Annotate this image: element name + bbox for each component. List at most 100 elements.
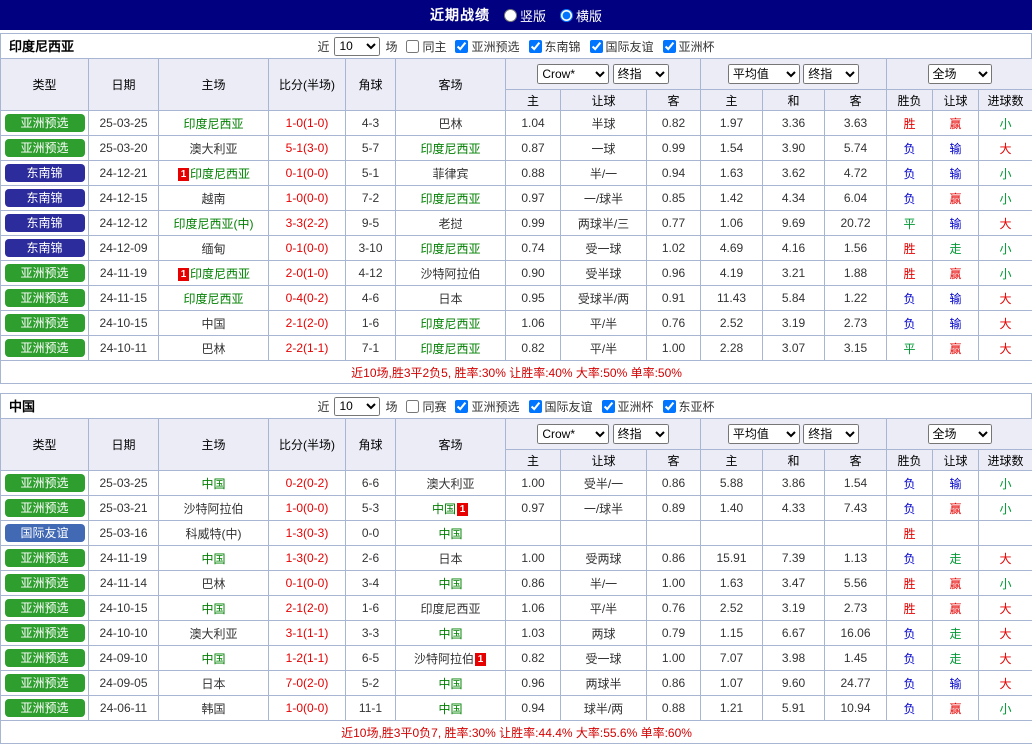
same-competition-checkbox[interactable]: [406, 400, 419, 413]
odds-cell: 5.84: [763, 286, 825, 311]
type-cell: 东南锦: [1, 161, 89, 186]
competition-checkbox[interactable]: [455, 400, 468, 413]
away-team-name[interactable]: 印度尼西亚: [420, 142, 480, 156]
away-team-name[interactable]: 印度尼西亚: [420, 192, 480, 206]
competition-filter-1[interactable]: 国际友谊: [525, 398, 593, 415]
home-team-name[interactable]: 印度尼西亚: [190, 167, 250, 181]
competition-checkbox[interactable]: [663, 400, 676, 413]
competition-checkbox[interactable]: [602, 400, 615, 413]
competition-checkbox[interactable]: [590, 40, 603, 53]
home-team-name[interactable]: 中国: [201, 552, 225, 566]
layout-option-horizontal[interactable]: 横版: [560, 6, 602, 25]
competition-checkbox[interactable]: [529, 40, 542, 53]
col-away: 客场: [396, 59, 506, 111]
red-card-badge: 1: [457, 503, 468, 516]
away-team-name[interactable]: 日本: [438, 552, 462, 566]
competition-filter-3[interactable]: 亚洲杯: [659, 38, 715, 55]
away-team-name[interactable]: 日本: [438, 292, 462, 306]
same-host-filter[interactable]: 同主: [402, 38, 446, 55]
home-team-name[interactable]: 韩国: [201, 702, 225, 716]
competition-filter-2[interactable]: 亚洲杯: [598, 398, 654, 415]
home-team-name[interactable]: 印度尼西亚: [183, 117, 243, 131]
away-team-name[interactable]: 老挝: [438, 217, 462, 231]
type-cell: 亚洲预选: [1, 671, 89, 696]
odds-cell: 3.90: [763, 136, 825, 161]
result-cell: 大: [979, 546, 1032, 571]
away-team-name[interactable]: 澳大利亚: [426, 477, 474, 491]
away-team-name[interactable]: 沙特阿拉伯: [420, 267, 480, 281]
away-team-name[interactable]: 菲律宾: [432, 167, 468, 181]
odds-cell: 1.21: [701, 696, 763, 721]
competition-filter-3[interactable]: 东亚杯: [659, 398, 715, 415]
europe-stage-select[interactable]: 终指: [803, 424, 859, 444]
competition-filter-0[interactable]: 亚洲预选: [451, 38, 519, 55]
odds-cell: 半/一: [561, 161, 647, 186]
layout-option-vertical[interactable]: 竖版: [504, 6, 546, 25]
competition-checkbox[interactable]: [529, 400, 542, 413]
home-team-name[interactable]: 中国: [201, 317, 225, 331]
odds-cell: 2.73: [825, 596, 887, 621]
away-team-name[interactable]: 印度尼西亚: [420, 317, 480, 331]
same-competition-filter[interactable]: 同赛: [402, 398, 446, 415]
away-team-name[interactable]: 印度尼西亚: [420, 602, 480, 616]
away-team-name[interactable]: 印度尼西亚: [420, 342, 480, 356]
away-team-name[interactable]: 沙特阿拉伯: [414, 652, 474, 666]
home-team-name[interactable]: 澳大利亚: [189, 142, 237, 156]
games-label: 场: [385, 38, 397, 55]
matches-table: 类型 日期 主场 比分(半场) 角球 客场 Crow* 终指 平均值 终指: [0, 418, 1032, 744]
odds-cell: 0.88: [647, 696, 701, 721]
bookmaker-select[interactable]: Crow*: [537, 424, 609, 444]
home-team-name[interactable]: 巴林: [201, 577, 225, 591]
home-team-name[interactable]: 沙特阿拉伯: [183, 502, 243, 516]
away-team-name[interactable]: 中国: [438, 677, 462, 691]
recent-count-select[interactable]: 10: [334, 37, 380, 56]
odds-cell: 3.21: [763, 261, 825, 286]
date-cell: 24-12-15: [89, 186, 159, 211]
away-team-name[interactable]: 巴林: [438, 117, 462, 131]
home-team-name[interactable]: 越南: [201, 192, 225, 206]
odds-cell: 3.19: [763, 596, 825, 621]
home-team-name[interactable]: 中国: [201, 652, 225, 666]
handicap-stage-select[interactable]: 终指: [613, 424, 669, 444]
vertical-radio[interactable]: [504, 9, 517, 22]
home-team-name[interactable]: 日本: [201, 677, 225, 691]
home-team-name[interactable]: 印度尼西亚(中): [174, 217, 254, 231]
competition-filter-2[interactable]: 国际友谊: [586, 38, 654, 55]
home-team-name[interactable]: 澳大利亚: [189, 627, 237, 641]
away-team-name[interactable]: 中国: [438, 627, 462, 641]
away-team-name[interactable]: 中国: [438, 527, 462, 541]
horizontal-radio[interactable]: [560, 9, 573, 22]
competition-filter-1[interactable]: 东南锦: [525, 38, 581, 55]
fulltime-select[interactable]: 全场: [928, 424, 992, 444]
competition-checkbox[interactable]: [455, 40, 468, 53]
bookmaker-select[interactable]: Crow*: [537, 64, 609, 84]
away-team-name[interactable]: 中国: [438, 577, 462, 591]
odds-cell: 两球: [561, 621, 647, 646]
handicap-stage-select[interactable]: 终指: [613, 64, 669, 84]
competition-filter-0[interactable]: 亚洲预选: [451, 398, 519, 415]
home-team-name[interactable]: 印度尼西亚: [183, 292, 243, 306]
odds-cell: 平/半: [561, 596, 647, 621]
result-cell: 小: [979, 571, 1032, 596]
competition-checkbox[interactable]: [663, 40, 676, 53]
odds-cell: 球半/两: [561, 696, 647, 721]
home-team-name[interactable]: 科威特(中): [186, 527, 242, 541]
away-team-name[interactable]: 中国: [438, 702, 462, 716]
same-host-checkbox[interactable]: [406, 40, 419, 53]
average-select[interactable]: 平均值: [728, 424, 800, 444]
odds-cell: 1.00: [647, 646, 701, 671]
fulltime-select[interactable]: 全场: [928, 64, 992, 84]
score-cell: 2-0(1-0): [269, 261, 346, 286]
home-team-name[interactable]: 中国: [201, 602, 225, 616]
home-team-name[interactable]: 印度尼西亚: [190, 267, 250, 281]
home-team-name[interactable]: 巴林: [201, 342, 225, 356]
europe-stage-select[interactable]: 终指: [803, 64, 859, 84]
corner-cell: 4-3: [346, 111, 396, 136]
away-team-name[interactable]: 中国: [432, 502, 456, 516]
away-team-name[interactable]: 印度尼西亚: [420, 242, 480, 256]
home-team-name[interactable]: 缅甸: [201, 242, 225, 256]
average-select[interactable]: 平均值: [728, 64, 800, 84]
recent-count-select[interactable]: 10: [334, 397, 380, 416]
home-team-name[interactable]: 中国: [201, 477, 225, 491]
score-cell: 2-2(1-1): [269, 336, 346, 361]
